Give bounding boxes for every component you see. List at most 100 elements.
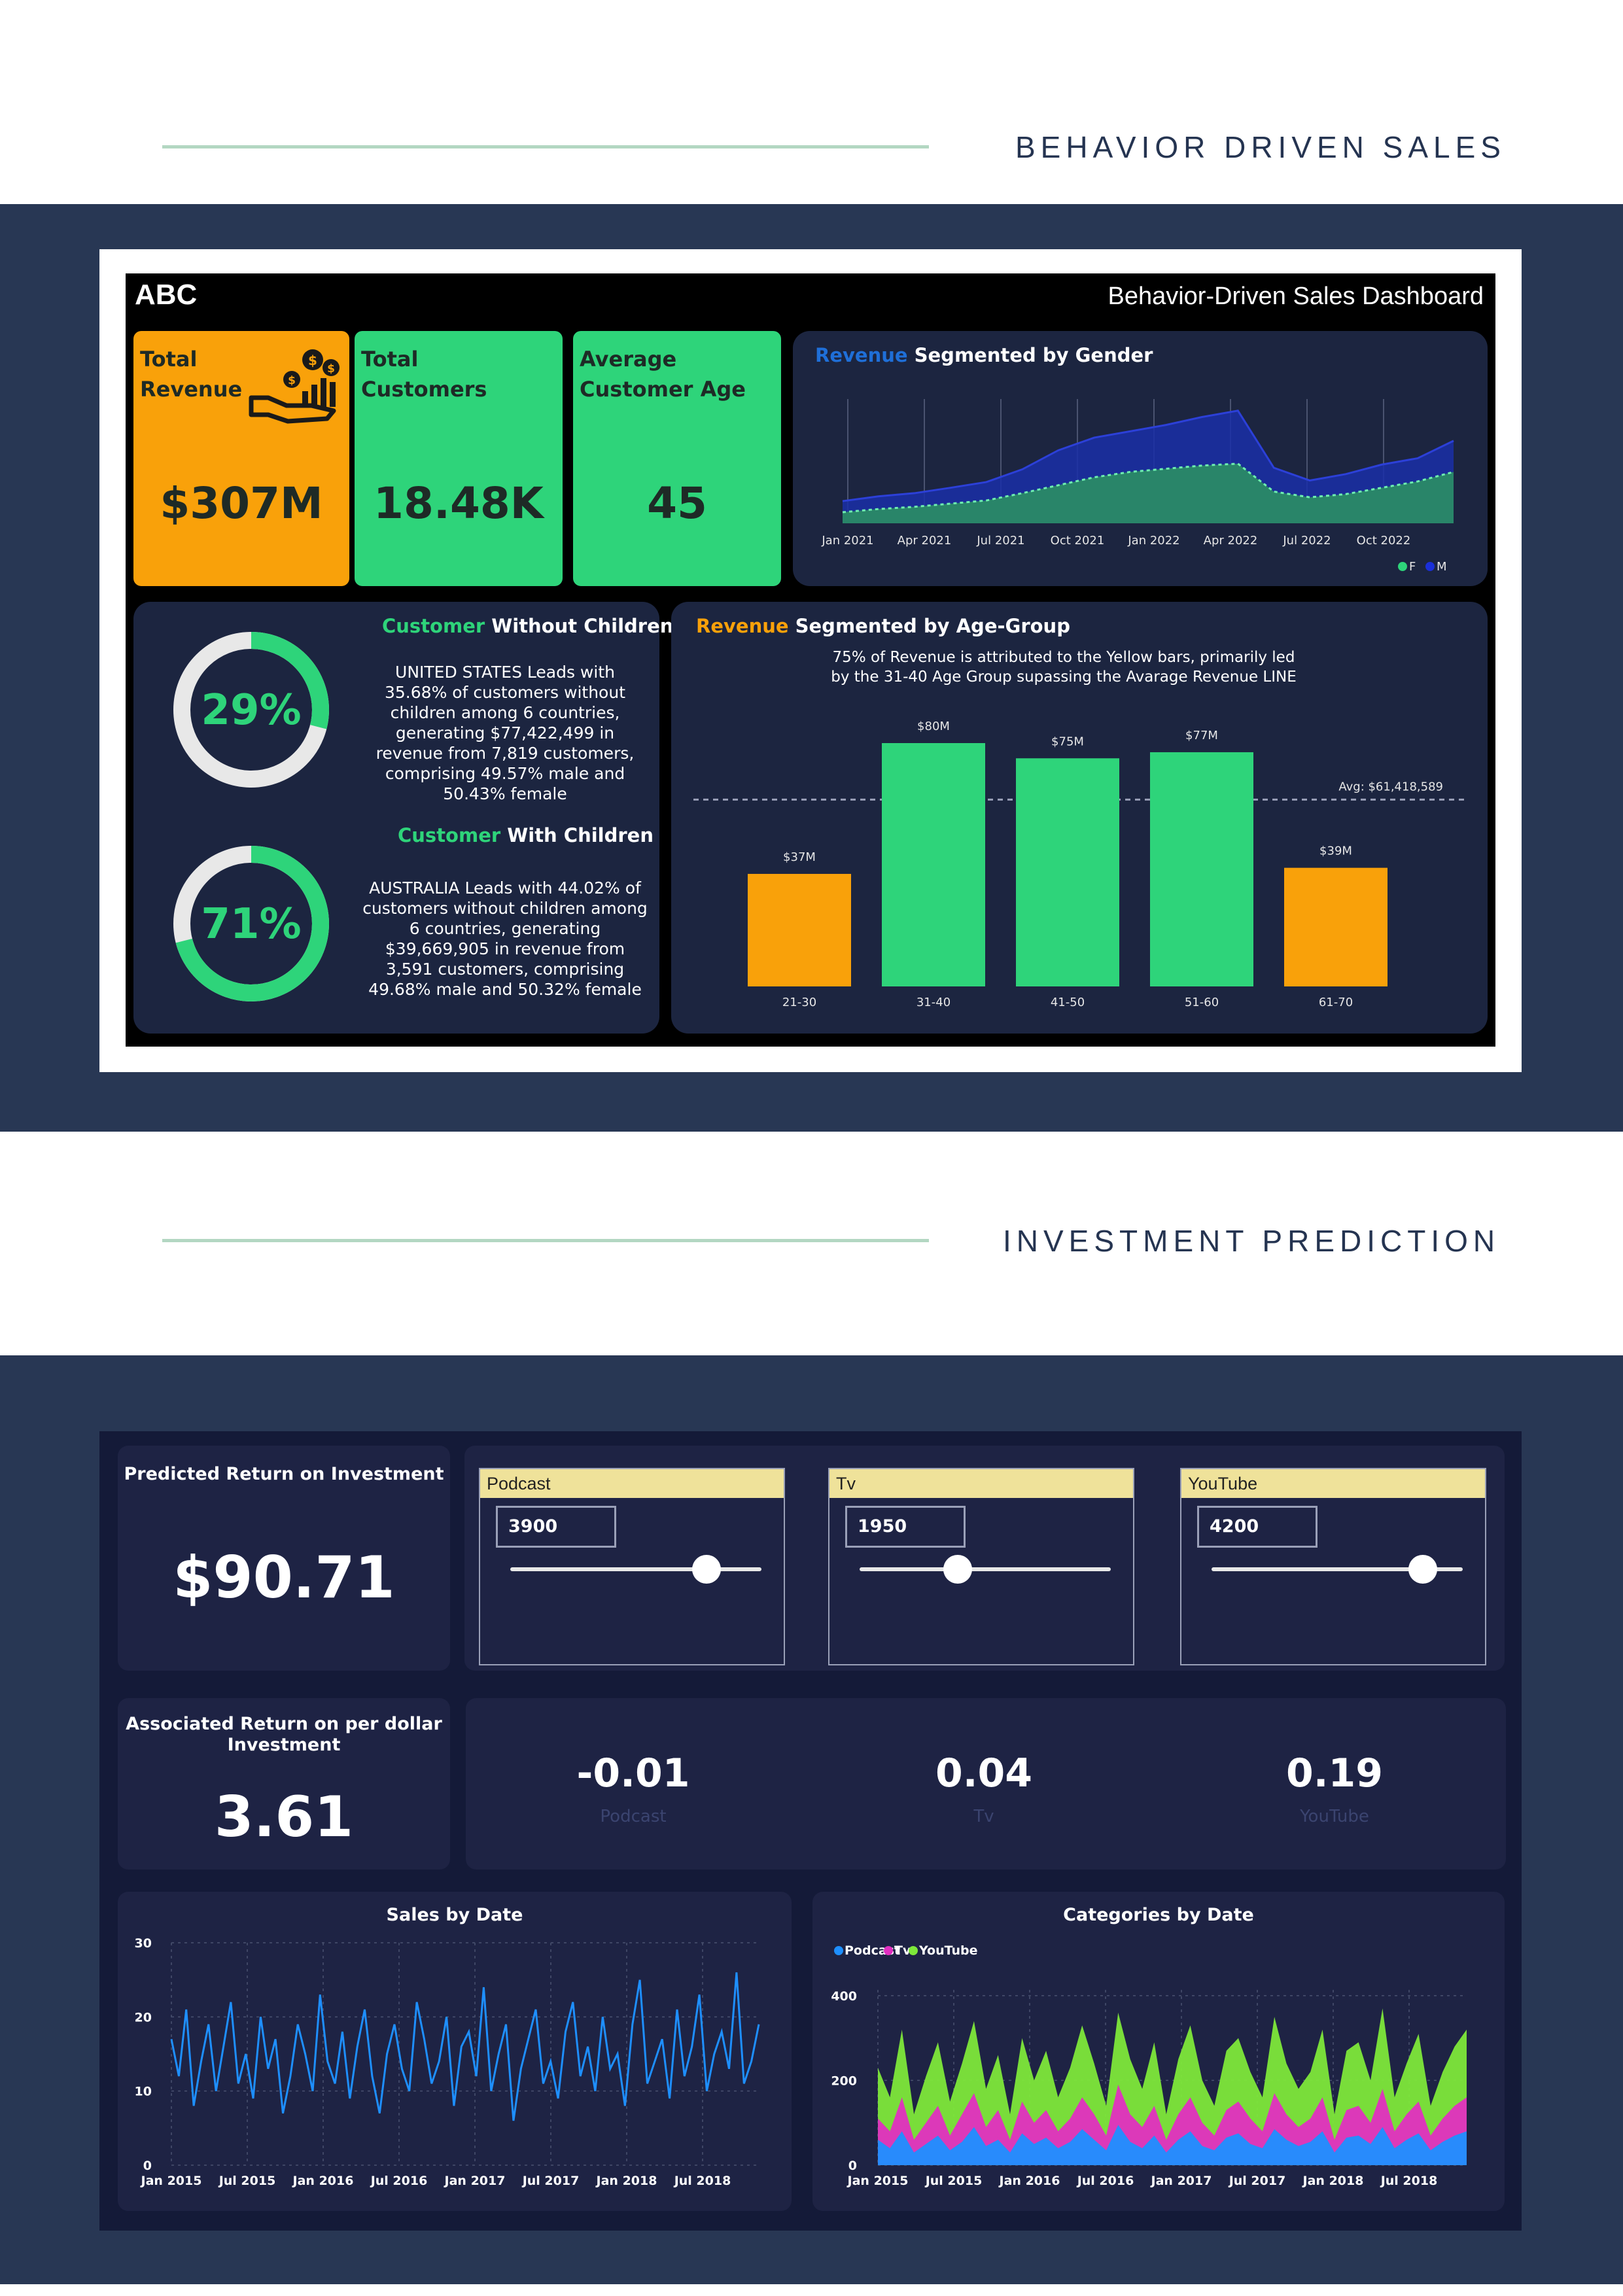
coef-label: Tv: [973, 1807, 994, 1826]
without-children-donut: 29%: [173, 632, 329, 788]
slider-handle[interactable]: [691, 1555, 721, 1584]
tv-value-input[interactable]: 1950: [845, 1506, 966, 1548]
x-tick-label: Jan 2017: [1150, 2174, 1212, 2188]
x-tick-label: Apr 2022: [1204, 534, 1258, 548]
with-children-title: Customer With Children: [398, 824, 654, 846]
x-tick-label: Apr 2021: [898, 534, 952, 548]
bar-61-70: [1284, 867, 1387, 986]
x-tick-label: Jul 2017: [1228, 2174, 1286, 2188]
x-tick-label: Jul 2015: [218, 2174, 276, 2188]
age-bar-chart: Avg: $61,418,589 $37M 21-30 $80M 31-40 $75M 41…: [693, 720, 1464, 1009]
kpi-average-age: Average Customer Age 45: [573, 331, 781, 586]
legend-dot: [884, 1946, 893, 1955]
kpi-label: Total Revenue: [140, 347, 243, 402]
section-divider-line: [162, 145, 929, 148]
x-tick-label: Jul 2018: [1380, 2174, 1438, 2188]
predicted-return-card: Predicted Return on Investment $90.71: [118, 1446, 450, 1671]
x-tick-label: 31-40: [916, 996, 951, 1009]
slider-handle[interactable]: [943, 1555, 972, 1584]
x-tick-label: 61-70: [1319, 996, 1353, 1009]
coef-value: -0.01: [576, 1750, 690, 1796]
y-tick-label: 10: [135, 2085, 152, 2099]
svg-text:$: $: [308, 353, 317, 368]
youtube-value-input[interactable]: 4200: [1197, 1506, 1318, 1548]
x-tick-label: Jan 2016: [292, 2174, 354, 2188]
x-tick-label: Jul 2016: [370, 2174, 428, 2188]
x-tick-label: Oct 2021: [1051, 534, 1105, 548]
kpi-label: Total Customers: [361, 347, 487, 402]
svg-text:$: $: [288, 374, 296, 387]
revenue-by-gender-panel: Revenue Segmented by Gender Jan 2021 Apr …: [793, 331, 1488, 586]
legend-dot: [834, 1946, 843, 1955]
x-tick-label: Jul 2016: [1076, 2174, 1134, 2188]
brand-logo-text: ABC: [135, 279, 198, 311]
x-tick-label: Jul 2017: [521, 2174, 580, 2188]
bar-41-50: [1016, 758, 1119, 986]
kpi-label: Average Customer Age: [580, 347, 746, 402]
tv-slider: Tv 1950: [828, 1468, 1134, 1665]
youtube-slider: YouTube 4200: [1180, 1468, 1486, 1665]
behavior-dashboard: ABC Behavior-Driven Sales Dashboard Tota…: [126, 273, 1495, 1047]
kpi-value: 18.48K: [374, 478, 544, 529]
without-children-text: UNITED STATES Leads with 35.68% of custo…: [375, 663, 635, 803]
y-tick-label: 0: [143, 2159, 152, 2173]
legend-dot: [909, 1946, 918, 1955]
without-children-title: Customer Without Children: [382, 615, 674, 637]
slider-track[interactable]: [860, 1567, 1111, 1571]
dashboard-title: Behavior-Driven Sales Dashboard: [1108, 283, 1484, 310]
sales-line-chart: 0 10 20 30 Jan 2015 Jul 2015 Jan 2016 Jul 2016 J…: [135, 1936, 760, 2188]
bar-data-label: $37M: [783, 850, 816, 864]
bar-data-label: $80M: [917, 720, 950, 733]
kpi-value: $307M: [160, 478, 323, 529]
section-divider-line: [162, 1239, 929, 1242]
x-tick-label: Jan 2018: [1302, 2174, 1364, 2188]
x-tick-label: Jan 2021: [821, 534, 873, 548]
coef-value: 0.19: [1285, 1750, 1384, 1796]
investment-dashboard: Predicted Return on Investment $90.71 Po…: [99, 1431, 1522, 2231]
slider-track[interactable]: [510, 1567, 761, 1571]
categories-by-date-card: Categories by Date 0 200 400 Jan 2015 Jul 20…: [812, 1892, 1505, 2211]
x-tick-label: Jul 2018: [673, 2174, 731, 2188]
x-tick-label: Jan 2015: [846, 2174, 909, 2188]
svg-text:$: $: [327, 362, 335, 375]
kpi-total-customers: Total Customers 18.48K: [355, 331, 563, 586]
with-children-text: AUSTRALIA Leads with 44.02% of customers…: [362, 878, 648, 999]
card-title: Associated Return on per dollar Investme…: [126, 1714, 442, 1755]
donut-percent: 71%: [201, 900, 301, 948]
x-tick-label: Jan 2018: [595, 2174, 657, 2188]
donut-percent: 29%: [201, 686, 301, 735]
legend-dot-m: [1425, 562, 1435, 571]
x-tick-label: 51-60: [1185, 996, 1219, 1009]
average-label: Avg: $61,418,589: [1338, 780, 1443, 793]
coef-label: Podcast: [600, 1807, 667, 1826]
bar-31-40: [882, 743, 985, 986]
bar-51-60: [1150, 752, 1253, 986]
gender-area-chart: Jan 2021 Apr 2021 Jul 2021 Oct 2021 Jan 2022…: [821, 399, 1454, 574]
legend-dot-f: [1398, 562, 1407, 571]
slider-handle[interactable]: [1408, 1555, 1437, 1584]
x-tick-label: Jul 2021: [976, 534, 1024, 548]
bar-data-label: $77M: [1185, 729, 1218, 742]
section-title-behavior: BEHAVIOR DRIVEN SALES: [1015, 130, 1506, 164]
x-tick-label: Jan 2017: [444, 2174, 506, 2188]
predicted-return-value: $90.71: [173, 1544, 395, 1611]
slider-label: YouTube: [1181, 1469, 1485, 1498]
y-tick-label: 0: [848, 2159, 857, 2173]
x-tick-label: Jul 2022: [1282, 534, 1331, 548]
x-tick-label: 41-50: [1051, 996, 1085, 1009]
bar-data-label: $39M: [1319, 844, 1352, 858]
categories-area-chart: 0 200 400 Jan 2015 Jul 2015 Jan 2016 Jul 2016 J…: [831, 1943, 1467, 2188]
sales-line: [170, 1972, 760, 2121]
slider-panel: Podcast 3900 Tv 1950 YouTube 4200: [464, 1446, 1505, 1671]
with-children-donut: 71%: [173, 846, 329, 1001]
coef-label: YouTube: [1300, 1807, 1369, 1826]
x-tick-label: Jan 2015: [140, 2174, 202, 2188]
y-tick-label: 30: [135, 1936, 152, 1951]
podcast-value-input[interactable]: 3900: [496, 1506, 616, 1548]
slider-label: Podcast: [480, 1469, 784, 1498]
bar-21-30: [748, 873, 851, 986]
section-title-investment: INVESTMENT PREDICTION: [1003, 1224, 1501, 1258]
x-tick-label: Oct 2022: [1357, 534, 1411, 548]
slider-label: Tv: [829, 1469, 1133, 1498]
kpi-total-revenue: Total Revenue $ $ $ $307M: [133, 331, 349, 586]
